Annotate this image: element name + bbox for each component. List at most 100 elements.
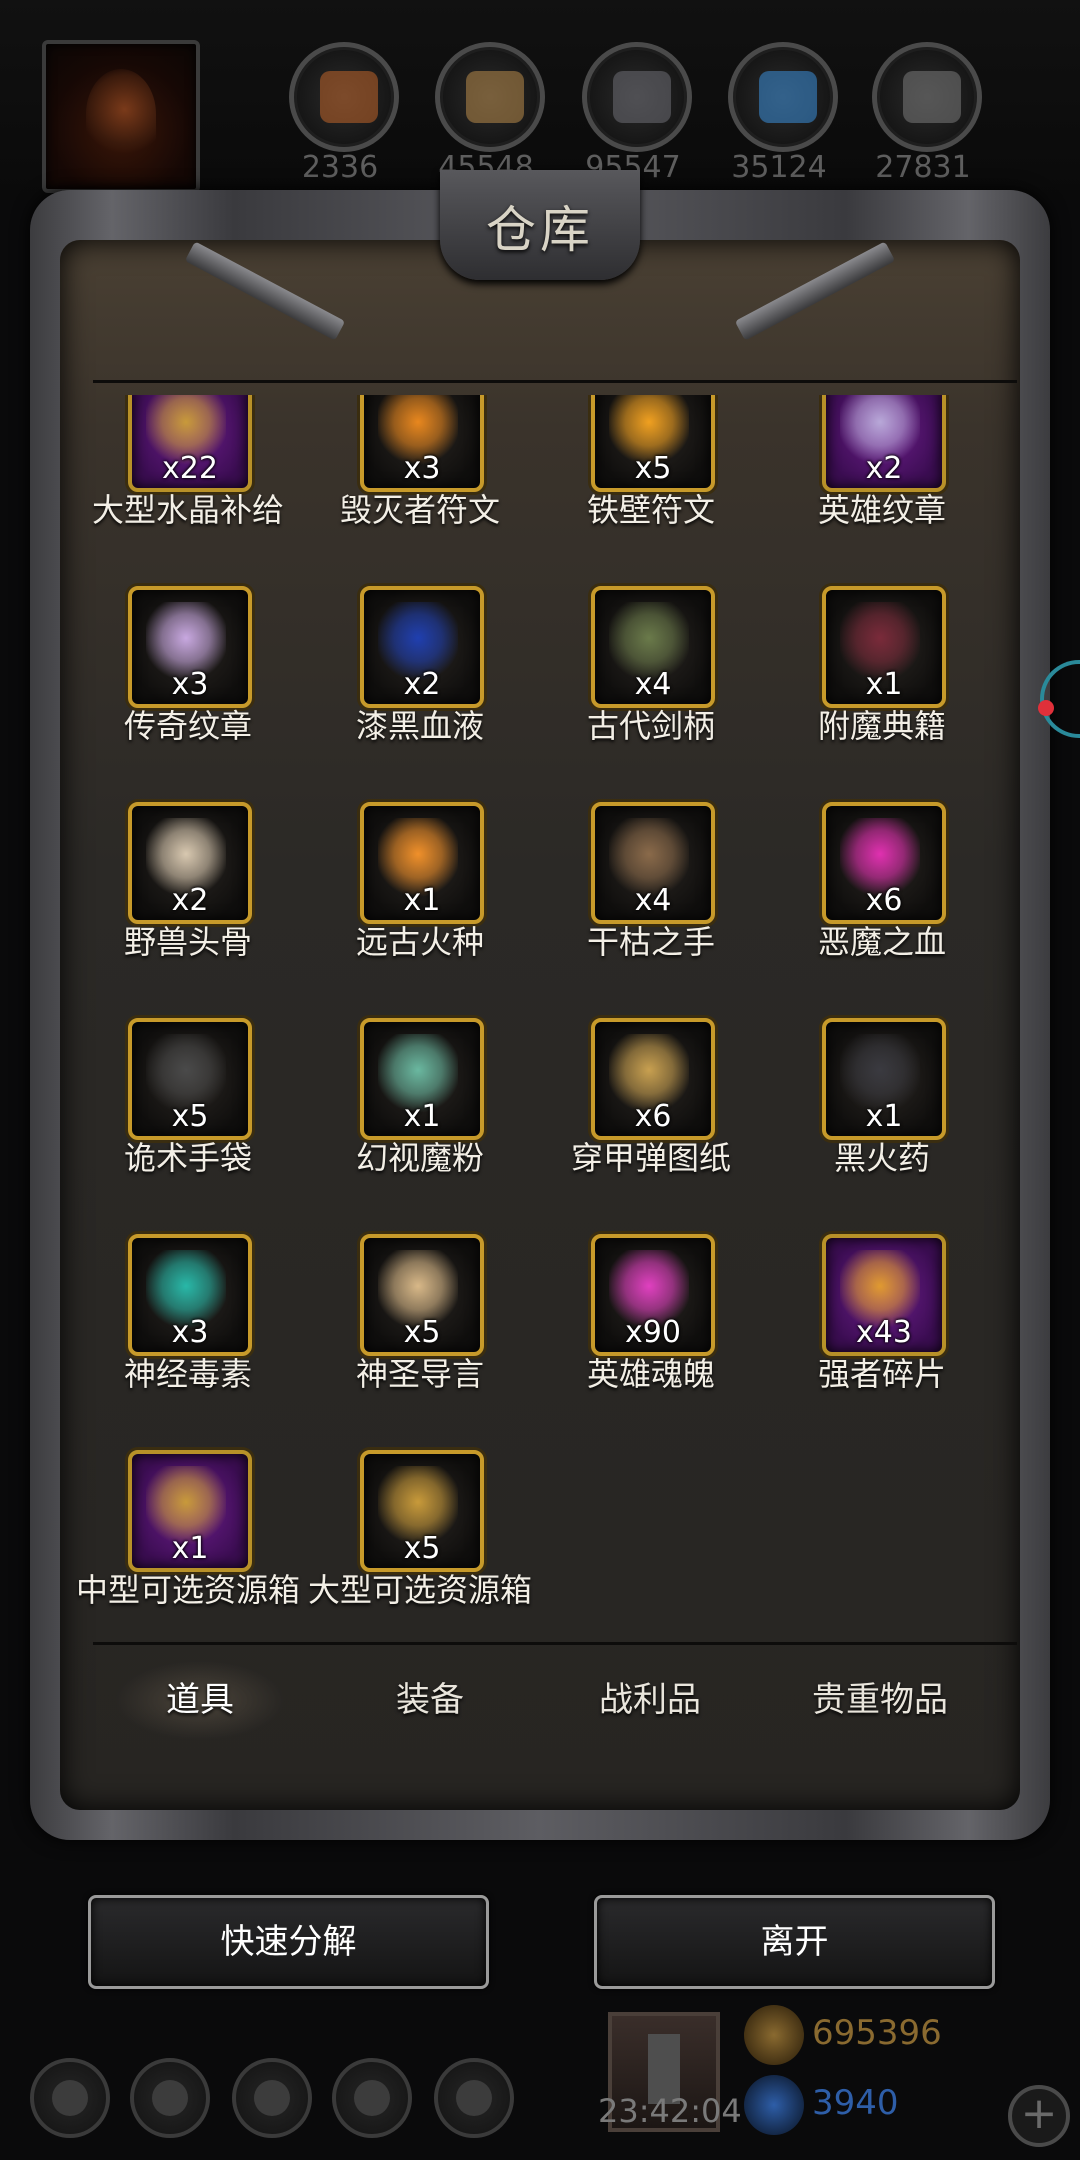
hero-icon[interactable] <box>232 2058 312 2138</box>
item-slot[interactable]: x3 <box>128 1234 252 1356</box>
crystal-icon <box>759 71 817 123</box>
clock-time: 23:42:04 <box>598 2092 742 2130</box>
item-name: 铁壁符文 <box>586 491 715 529</box>
item-quantity: x1 <box>865 667 903 702</box>
item-slot[interactable]: x4 <box>591 586 715 708</box>
item-quantity: x5 <box>171 1099 209 1134</box>
item-slot[interactable]: x3 <box>128 586 252 708</box>
wood-icon <box>466 71 524 123</box>
item-name: 野兽头骨 <box>123 923 252 961</box>
item-quantity: x3 <box>171 667 209 702</box>
add-currency-button[interactable]: + <box>1008 2085 1070 2147</box>
resource-orb <box>289 42 399 152</box>
item-slot[interactable]: x4 <box>591 802 715 924</box>
tab-equipment[interactable]: 装备 <box>345 1660 515 1740</box>
resource-orb <box>872 42 982 152</box>
leave-button[interactable]: 离开 <box>594 1895 995 1989</box>
item-slot[interactable]: x5 <box>591 395 715 492</box>
item-quantity: x6 <box>634 1099 672 1134</box>
item-slot[interactable]: x1 <box>360 802 484 924</box>
item-slot[interactable]: x2 <box>128 802 252 924</box>
inventory-item[interactable]: x6 穿甲弹图纸 <box>523 1018 753 1218</box>
inventory-item[interactable]: x1 中型可选资源箱 <box>60 1450 300 1640</box>
item-slot[interactable]: x90 <box>591 1234 715 1356</box>
item-quantity: x5 <box>634 451 672 486</box>
item-name: 神圣导言 <box>355 1355 484 1393</box>
item-slot[interactable]: x1 <box>128 1450 252 1572</box>
item-slot[interactable]: x2 <box>822 395 946 492</box>
item-slot[interactable]: x2 <box>360 586 484 708</box>
inventory-item[interactable]: x1 附魔典籍 <box>754 586 984 786</box>
inventory-item[interactable]: x3 传奇纹章 <box>60 586 290 786</box>
inventory-item[interactable]: x4 干枯之手 <box>523 802 753 1002</box>
item-name: 穿甲弹图纸 <box>570 1139 731 1177</box>
item-grid[interactable]: x22 大型水晶补给 x3 毁灭者符文 x5 铁壁符文 x2 英雄纹章 x3 传奇纹章 x2 漆黑血液… <box>60 395 990 1640</box>
tab-valuables[interactable]: 贵重物品 <box>780 1660 980 1740</box>
item-quantity: x1 <box>865 1099 903 1134</box>
item-quantity: x4 <box>634 883 672 918</box>
inventory-item[interactable]: x1 幻视魔粉 <box>292 1018 522 1218</box>
item-quantity: x6 <box>865 883 903 918</box>
item-slot[interactable]: x1 <box>822 586 946 708</box>
item-slot[interactable]: x6 <box>591 1018 715 1140</box>
item-quantity: x1 <box>171 1531 209 1566</box>
item-name: 远古火种 <box>355 923 484 961</box>
item-slot[interactable]: x5 <box>128 1018 252 1140</box>
item-slot[interactable]: x6 <box>822 802 946 924</box>
item-slot[interactable]: x22 <box>128 395 252 492</box>
item-quantity: x5 <box>403 1315 441 1350</box>
inventory-item[interactable]: x4 古代剑柄 <box>523 586 753 786</box>
panel-title: 仓库 <box>486 201 594 259</box>
tab-loot[interactable]: 战利品 <box>565 1660 735 1740</box>
quick-decompose-button[interactable]: 快速分解 <box>88 1895 489 1989</box>
inventory-item[interactable]: x22 大型水晶补给 <box>60 395 290 570</box>
resource-orb <box>582 42 692 152</box>
tab-items[interactable]: 道具 <box>115 1660 285 1740</box>
inventory-item[interactable]: x90 英雄魂魄 <box>523 1234 753 1434</box>
chat-icon[interactable] <box>434 2058 514 2138</box>
item-slot[interactable]: x5 <box>360 1450 484 1572</box>
item-name: 强者碎片 <box>817 1355 946 1393</box>
inventory-item[interactable]: x5 铁壁符文 <box>523 395 753 570</box>
resource-orb <box>728 42 838 152</box>
inventory-item[interactable]: x6 恶魔之血 <box>754 802 984 1002</box>
item-slot[interactable]: x5 <box>360 1234 484 1356</box>
notification-dot <box>1038 700 1054 716</box>
item-name: 英雄魂魄 <box>586 1355 715 1393</box>
inventory-item[interactable]: x5 大型可选资源箱 <box>292 1450 532 1640</box>
inventory-item[interactable]: x3 神经毒素 <box>60 1234 290 1434</box>
item-name: 传奇纹章 <box>123 707 252 745</box>
item-quantity: x2 <box>171 883 209 918</box>
mail-icon[interactable] <box>332 2058 412 2138</box>
item-name: 英雄纹章 <box>817 491 946 529</box>
item-quantity: x3 <box>171 1315 209 1350</box>
item-slot[interactable]: x1 <box>360 1018 484 1140</box>
gold-amount: 695396 <box>812 2013 942 2053</box>
inventory-item[interactable]: x3 毁灭者符文 <box>292 395 522 570</box>
item-quantity: x1 <box>403 883 441 918</box>
inventory-item[interactable]: x5 神圣导言 <box>292 1234 522 1434</box>
settings-icon[interactable] <box>30 2058 110 2138</box>
item-name: 幻视魔粉 <box>355 1139 484 1177</box>
item-slot[interactable]: x43 <box>822 1234 946 1356</box>
inventory-item[interactable]: x2 英雄纹章 <box>754 395 984 570</box>
item-name: 大型可选资源箱 <box>307 1571 532 1609</box>
inventory-item[interactable]: x2 野兽头骨 <box>60 802 290 1002</box>
item-name: 毁灭者符文 <box>339 491 500 529</box>
item-quantity: x22 <box>162 451 218 486</box>
item-slot[interactable]: x3 <box>360 395 484 492</box>
item-quantity: x5 <box>403 1531 441 1566</box>
stone-icon <box>903 71 961 123</box>
inventory-item[interactable]: x43 强者碎片 <box>754 1234 984 1434</box>
inventory-item[interactable]: x2 漆黑血液 <box>292 586 522 786</box>
item-quantity: x1 <box>403 1099 441 1134</box>
item-quantity: x3 <box>403 451 441 486</box>
item-name: 中型可选资源箱 <box>75 1571 300 1609</box>
inventory-item[interactable]: x5 诡术手袋 <box>60 1018 290 1218</box>
star-icon[interactable] <box>130 2058 210 2138</box>
top-divider <box>93 380 1017 383</box>
gem-icon <box>744 2075 804 2135</box>
item-slot[interactable]: x1 <box>822 1018 946 1140</box>
inventory-item[interactable]: x1 黑火药 <box>754 1018 984 1218</box>
inventory-item[interactable]: x1 远古火种 <box>292 802 522 1002</box>
